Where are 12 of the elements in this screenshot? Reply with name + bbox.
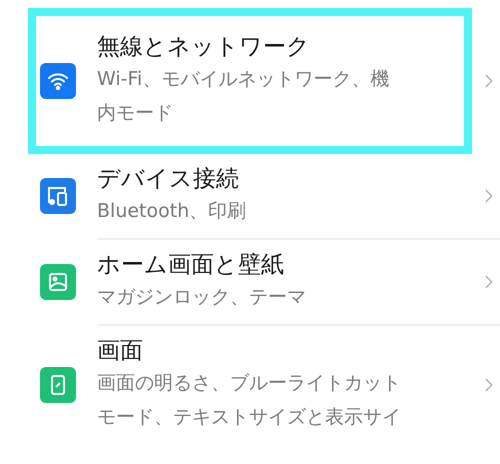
settings-item[interactable]: デバイス接続 Bluetooth、印刷 bbox=[28, 154, 472, 238]
item-subtitle: マガジンロック、テーマ bbox=[97, 285, 307, 310]
settings-item[interactable]: 無線とネットワーク Wi-Fi、モバイルネットワーク、機内モード bbox=[28, 8, 472, 154]
item-title: 画面 bbox=[97, 337, 144, 366]
item-title: 無線とネットワーク bbox=[97, 33, 311, 62]
item-subtitle: 画面の明るさ、ブルーライトカットモード、テキストサイズと表示サイ bbox=[97, 371, 402, 430]
item-title: ホーム画面と壁紙 bbox=[97, 251, 285, 280]
item-subtitle: Bluetooth、印刷 bbox=[97, 199, 248, 224]
settings-item[interactable]: ホーム画面と壁紙 マガジンロック、テーマ bbox=[28, 240, 472, 324]
item-subtitle: Wi-Fi、モバイルネットワーク、機内モード bbox=[97, 67, 390, 126]
settings-item[interactable]: 画面 画面の明るさ、ブルーライトカットモード、テキストサイズと表示サイ bbox=[28, 326, 472, 444]
item-title: デバイス接続 bbox=[97, 165, 240, 194]
